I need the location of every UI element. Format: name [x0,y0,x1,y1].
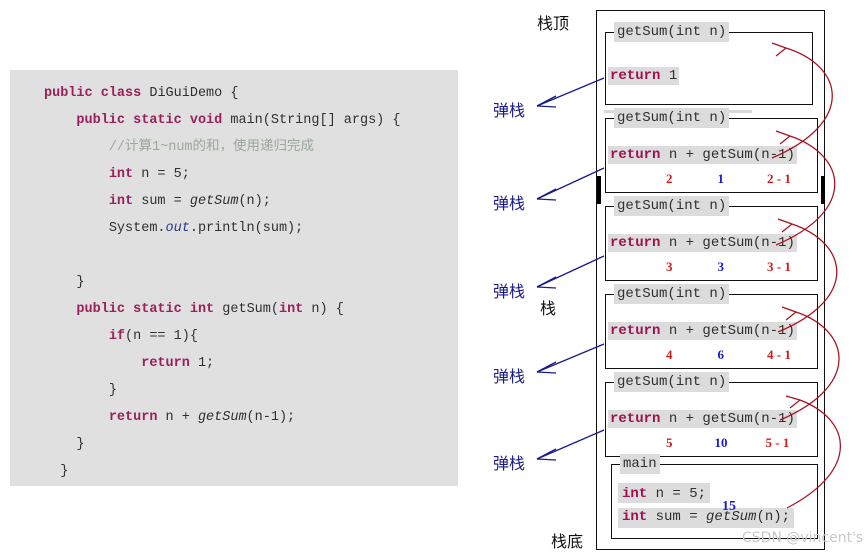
stack-frame-2-arg: 2 [666,171,673,186]
code-line-8: } [76,275,85,290]
stack-tick-right [821,176,825,204]
stack-frame-1-keyword: return [610,68,661,84]
pop-arrow-5 [536,429,605,460]
pop-arrow-3-head-a [536,276,557,288]
pop-arrow-2 [536,167,605,200]
stack-frame-3-next-expr: 3 - 1 [767,259,791,274]
stack-frame-4: getSum(int n) return n + getSum(n-1) 4 6 4… [605,284,818,369]
stack-tick-left [597,176,601,204]
pop-arrow-1-head-b [536,105,557,108]
code-line-15: } [44,464,69,479]
stack-frame-2: getSum(int n) return n + getSum(n-1) 2 1 2… [605,108,818,193]
label-stack-bottom: 栈底 [551,532,584,551]
pop-arrow-1-head-a [536,95,557,107]
stack-frame-4-keyword: return [610,323,661,339]
stack-frame-2-expr: n + getSum(n-1) [660,147,795,163]
stack-frame-5-arg: 5 [666,435,673,450]
stack-frame-4-next-expr: 4 - 1 [767,347,791,362]
pop-arrow-4 [536,343,605,373]
pop-arrow-1 [536,77,605,107]
code-line-10: if(n == 1){ [108,329,198,344]
stack-frame-5-value: 10 [714,435,728,450]
stack-frame-5-next-expr: 5 - 1 [765,435,790,450]
stack-frame-main: main int n = 5; int sum = getSum(n); 15 [611,454,818,539]
pop-arrow-2-head-a [536,188,557,200]
stack-frame-2-title: getSum(int n) [614,108,730,128]
code-line-1: public class DiGuiDemo { [44,86,239,101]
stack-frame-3-title: getSum(int n) [614,196,730,216]
pop-arrow-4-head-b [536,371,557,374]
label-pop-1: 弹栈 [493,101,526,120]
stack-frame-4-title: getSum(int n) [614,284,730,304]
stack-frame-1-expr: 1 [660,68,678,84]
label-pop-2: 弹栈 [493,194,526,213]
code-line-6: System.out.println(sum); [108,221,304,236]
pop-arrow-5-head-b [536,458,557,461]
code-line-14: } [76,437,85,452]
pop-arrow-3 [536,255,605,288]
stack-frame-4-arg: 4 [666,347,673,362]
stack-frame-2-keyword: return [610,147,661,163]
code-line-11: return 1; [141,356,215,371]
stack-frame-3-arg: 3 [666,259,673,274]
stack-frame-main-title: main [620,454,660,474]
label-stack-top: 栈顶 [537,14,570,33]
stack-frame-3-keyword: return [610,235,661,251]
code-line-2: public static void main(String[] args) { [76,113,401,128]
stack-frame-3: getSum(int n) return n + getSum(n-1) 3 3 3… [605,196,818,281]
label-pop-5: 弹栈 [493,454,526,473]
stack-frame-1-title: getSum(int n) [614,22,730,42]
stack-frame-2-next-expr: 2 - 1 [767,171,791,186]
stack-frame-3-value: 3 [717,259,725,274]
code-line-7-blank [10,242,458,269]
code-line-4: int n = 5; [108,167,190,182]
label-pop-4: 弹栈 [493,367,526,386]
stack-frame-2-value: 1 [717,171,725,186]
label-pop-3: 弹栈 [493,282,526,301]
pop-arrow-2-head-b [536,198,557,201]
code-line-12: } [108,383,117,398]
label-stack: 栈 [540,299,557,318]
code-line-13: return n + getSum(n-1); [108,410,296,425]
code-line-9: public static int getSum(int n) { [76,302,344,317]
code-line-3-comment: //计算1~num的和，使用递归完成 [108,140,315,155]
pop-arrow-4-head-a [536,361,557,373]
main-result-value: 15 [722,499,736,514]
stack-frame-4-value: 6 [717,347,725,362]
stack-frame-5-keyword: return [610,411,661,427]
code-line-5: int sum = getSum(n); [108,194,271,209]
stack-frame-3-expr: n + getSum(n-1) [660,235,795,251]
stack-frame-5-expr: n + getSum(n-1) [660,411,795,427]
code-panel: public class DiGuiDemo { public static v… [10,70,458,486]
stack-frame-5-title: getSum(int n) [614,372,730,392]
stack-frame-5: getSum(int n) return n + getSum(n-1) 5 10… [605,372,818,457]
pop-arrow-5-head-a [536,448,557,460]
stack-frame-1: getSum(int n) return 1 [605,22,813,105]
pop-arrow-3-head-b [536,286,557,289]
stack-frame-4-expr: n + getSum(n-1) [660,323,795,339]
watermark: CSDN @vincent's [742,530,864,546]
